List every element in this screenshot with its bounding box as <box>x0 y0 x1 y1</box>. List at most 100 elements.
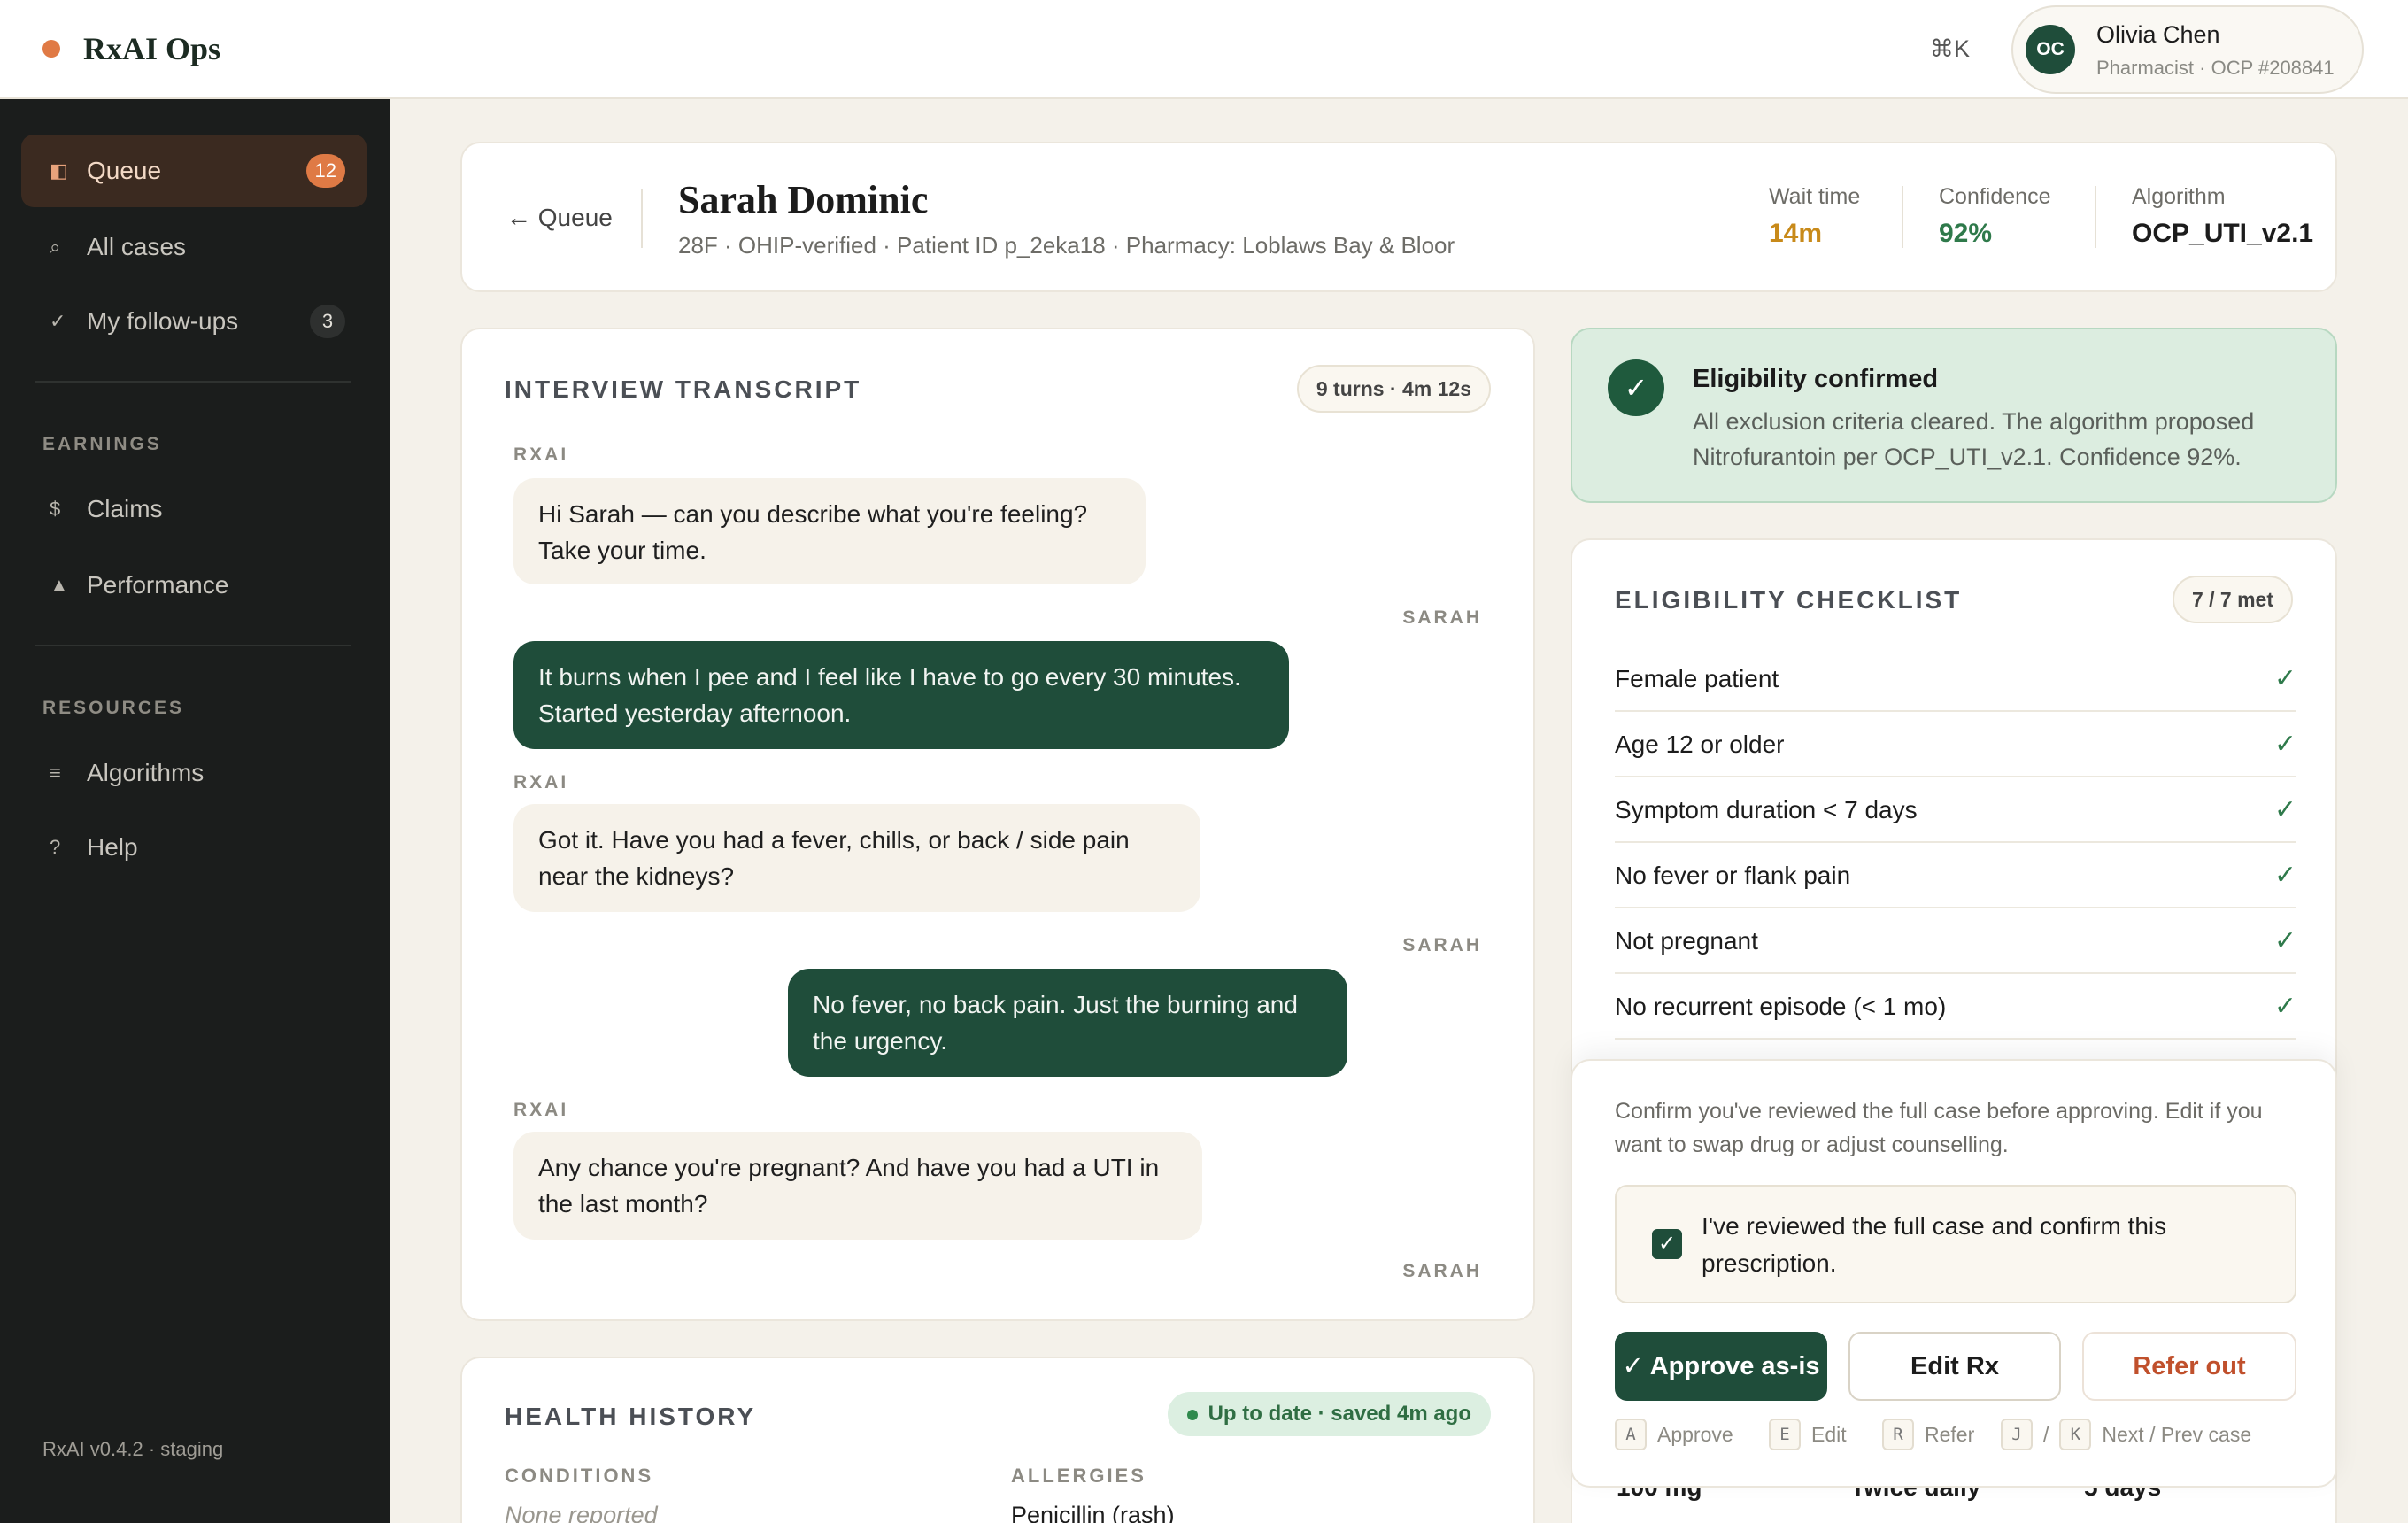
shortcut-hint-navigate: J / K Next / Prev case <box>2001 1419 2251 1450</box>
transcript-summary-badge: 9 turns · 4m 12s <box>1296 365 1491 413</box>
checklist-item-label: Female patient <box>1615 665 1779 692</box>
checklist-item-label: No recurrent episode (< 1 mo) <box>1615 993 1947 1020</box>
brand[interactable]: RxAI Ops <box>42 30 220 67</box>
sidebar: ◧ Queue 12 ⌕ All cases ✓ My follow-ups 3… <box>0 99 390 1523</box>
algorithm-label: Algorithm <box>2132 184 2226 209</box>
check-icon: ✓ <box>2273 664 2296 693</box>
shortcut-hint-edit: E Edit <box>1769 1419 1847 1450</box>
sidebar-item-help[interactable]: ? Help <box>21 811 367 884</box>
history-status-text: Up to date · saved 4m ago <box>1208 1402 1471 1426</box>
check-icon: ✓ <box>2273 992 2296 1021</box>
checklist-item: No recurrent episode (< 1 mo) ✓ <box>1615 974 2296 1040</box>
speaker-label: SARAH <box>1402 935 1482 955</box>
avatar: OC <box>2026 25 2075 74</box>
checklist-item-label: Age 12 or older <box>1615 731 1785 758</box>
speaker-label: SARAH <box>1402 1261 1482 1281</box>
history-title: HEALTH HISTORY <box>505 1403 757 1430</box>
checklist-count-badge: 7 / 7 met <box>2172 576 2293 623</box>
speaker-label: SARAH <box>1402 607 1482 628</box>
sidebar-item-label: Help <box>87 833 138 861</box>
sidebar-divider <box>35 381 351 383</box>
key-j: J <box>2001 1419 2033 1450</box>
sidebar-divider <box>35 645 351 646</box>
sidebar-item-label: Performance <box>87 571 229 599</box>
sidebar-item-label: Algorithms <box>87 759 205 786</box>
message-bubble-patient: No fever, no back pain. Just the burning… <box>788 969 1347 1077</box>
triangle-up-icon: ▲ <box>50 574 69 596</box>
sidebar-item-performance[interactable]: ▲ Performance <box>21 549 367 622</box>
check-icon: ✓ <box>50 310 66 332</box>
checklist-item: Age 12 or older ✓ <box>1615 712 2296 777</box>
status-dot-icon <box>1186 1409 1198 1420</box>
follow-ups-count-badge: 3 <box>310 305 345 338</box>
wait-time-value: 14m <box>1769 219 1823 248</box>
checklist-item: No fever or flank pain ✓ <box>1615 843 2296 908</box>
patient-meta: 28F · OHIP-verified · Patient ID p_2eka1… <box>678 232 1455 259</box>
sidebar-item-label: My follow-ups <box>87 307 239 335</box>
review-note: Confirm you've reviewed the full case be… <box>1615 1099 2263 1157</box>
sidebar-item-claims[interactable]: $ Claims <box>21 473 367 545</box>
top-bar: RxAI Ops ⌘K OC Olivia Chen Pharmacist · … <box>0 0 2408 99</box>
health-history: HEALTH HISTORY Up to date · saved 4m ago… <box>460 1357 1535 1523</box>
check-icon: ✓ <box>2273 730 2296 759</box>
message-bubble-ai: Any chance you're pregnant? And have you… <box>513 1132 1202 1240</box>
hint-label: Approve <box>1657 1422 1733 1446</box>
wait-time-stat: Wait time 14m <box>1769 184 1860 249</box>
check-icon: ✓ <box>2273 861 2296 890</box>
sidebar-item-my-follow-ups[interactable]: ✓ My follow-ups 3 <box>21 285 367 358</box>
list-icon: ≡ <box>50 762 61 784</box>
eligibility-banner: ✓ Eligibility confirmed All exclusion cr… <box>1571 328 2337 503</box>
key-r: R <box>1882 1419 1914 1450</box>
hint-label: Refer <box>1925 1422 1975 1446</box>
checklist-item: Not pregnant ✓ <box>1615 908 2296 974</box>
brand-dot-icon <box>42 40 60 58</box>
hint-label: Edit <box>1811 1422 1847 1446</box>
check-icon: ✓ <box>2273 926 2296 955</box>
case-header: ← Queue Sarah Dominic 28F · OHIP-verifie… <box>460 142 2337 292</box>
help-icon: ? <box>50 836 61 858</box>
speaker-label: RXAI <box>513 445 569 465</box>
dollar-icon: $ <box>50 498 61 520</box>
history-status-badge: Up to date · saved 4m ago <box>1167 1392 1491 1436</box>
sidebar-item-algorithms[interactable]: ≡ Algorithms <box>21 737 367 809</box>
check-circle-icon: ✓ <box>1608 359 1664 416</box>
sidebar-section-resources: RESOURCES <box>42 698 185 718</box>
user-menu[interactable]: OC Olivia Chen Pharmacist · OCP #208841 <box>2011 5 2364 94</box>
hint-label: Next / Prev case <box>2102 1422 2252 1446</box>
confirm-checkbox[interactable]: ✓ <box>1652 1229 1682 1259</box>
command-palette-shortcut[interactable]: ⌘K <box>1930 35 1970 63</box>
message-bubble-ai: Got it. Have you had a fever, chills, or… <box>513 804 1200 912</box>
checklist-item-label: Symptom duration < 7 days <box>1615 796 1918 823</box>
sidebar-item-all-cases[interactable]: ⌕ All cases <box>21 211 367 283</box>
back-to-queue-link[interactable]: ← Queue <box>506 204 613 232</box>
search-icon: ⌕ <box>50 236 61 258</box>
user-role: Pharmacist · OCP #208841 <box>2096 57 2335 79</box>
allergies-label: ALLERGIES <box>1011 1465 1146 1487</box>
stat-divider <box>2095 186 2096 248</box>
review-confirmation[interactable]: ✓ I've reviewed the full case and confir… <box>1615 1185 2296 1303</box>
sidebar-item-label: Claims <box>87 495 163 522</box>
sidebar-item-label: Queue <box>87 157 162 184</box>
checklist-item-label: Not pregnant <box>1615 927 1758 955</box>
sidebar-item-label: All cases <box>87 233 187 260</box>
edit-rx-button[interactable]: Edit Rx <box>1848 1332 2061 1401</box>
checklist-item: Symptom duration < 7 days ✓ <box>1615 777 2296 843</box>
eligibility-title: Eligibility confirmed <box>1693 365 1939 393</box>
key-a: A <box>1615 1419 1647 1450</box>
key-k: K <box>2059 1419 2092 1450</box>
queue-count-badge: 12 <box>305 154 345 188</box>
shortcut-hint-approve: A Approve <box>1615 1419 1733 1450</box>
approve-button[interactable]: ✓ Approve as-is <box>1615 1332 1827 1401</box>
interview-transcript: INTERVIEW TRANSCRIPT 9 turns · 4m 12s RX… <box>460 328 1535 1321</box>
algorithm-value: OCP_UTI_v2.1 <box>2132 219 2314 248</box>
sidebar-section-earnings: EARNINGS <box>42 434 162 454</box>
algorithm-stat: Algorithm OCP_UTI_v2.1 <box>2132 184 2313 249</box>
patient-name: Sarah Dominic <box>678 178 929 221</box>
review-action-panel: Confirm you've reviewed the full case be… <box>1571 1059 2337 1488</box>
user-name: Olivia Chen <box>2096 21 2220 48</box>
queue-icon: ◧ <box>50 159 68 182</box>
sidebar-item-queue[interactable]: ◧ Queue 12 <box>21 135 367 207</box>
refer-out-button[interactable]: Refer out <box>2082 1332 2296 1401</box>
speaker-label: RXAI <box>513 772 569 792</box>
message-bubble-ai: Hi Sarah — can you describe what you're … <box>513 478 1146 584</box>
